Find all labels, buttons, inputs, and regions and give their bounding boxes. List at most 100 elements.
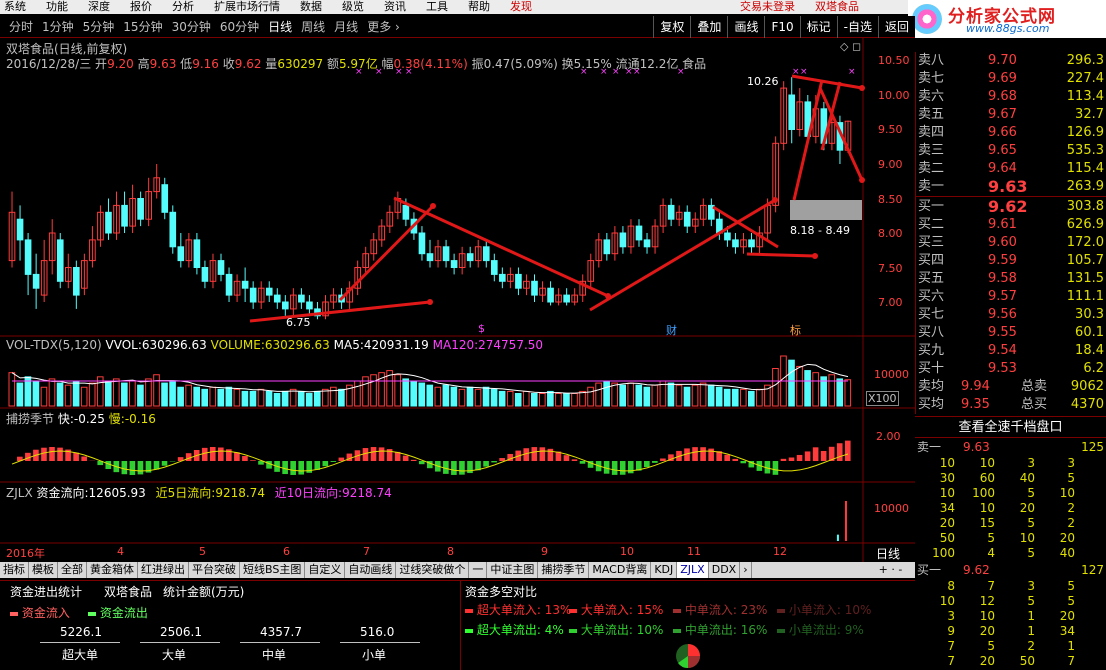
period-tab-weekly[interactable]: 周线 (301, 16, 325, 38)
vol-value: 630297 (277, 57, 324, 71)
order-book-row[interactable]: 卖七 9.69 227.4 (916, 70, 1106, 88)
back-button[interactable]: 返回 (877, 16, 915, 38)
order-book-row[interactable]: 卖二 9.64 115.4 (916, 160, 1106, 178)
volume-bar (394, 374, 401, 407)
order-book-row[interactable]: 卖三 9.65 535.3 (916, 142, 1106, 160)
order-book-row[interactable]: 买十 9.53 6.2 (916, 360, 1106, 378)
indicator-tab[interactable]: › (740, 562, 752, 578)
book-level-label: 卖一 (918, 179, 945, 194)
f10-button[interactable]: F10 (764, 16, 799, 38)
order-book-row[interactable]: 买九 9.54 18.4 (916, 342, 1106, 360)
indicator-tab[interactable]: 短线BS主图 (240, 562, 306, 578)
volume-bar (579, 390, 586, 407)
indicator-tab[interactable]: 捕捞季节 (538, 562, 590, 578)
order-book-row[interactable]: 卖一 9.63 263.9 (916, 178, 1106, 196)
book-price: 9.62 (988, 197, 1028, 216)
order-book-row[interactable]: 买四 9.59 105.7 (916, 252, 1106, 270)
indicator-tab[interactable]: 过线突破做个 (396, 562, 470, 578)
indicator-tab[interactable]: 一 (469, 562, 488, 578)
period-tab-1min[interactable]: 1分钟 (42, 16, 74, 38)
order-book-row[interactable]: 买二 9.61 626.9 (916, 216, 1106, 234)
close-value: 9.62 (234, 57, 262, 71)
menu-item-function[interactable]: 功能 (46, 0, 68, 14)
period-tab-daily[interactable]: 日线 (268, 16, 292, 38)
season-bar (732, 458, 739, 461)
menu-item-analysis[interactable]: 分析 (172, 0, 194, 14)
menu-item-tools[interactable]: 工具 (426, 0, 448, 14)
indicator-tab[interactable]: 全部 (58, 562, 87, 578)
event-marker-dollar[interactable]: $ (478, 322, 485, 335)
period-tab-60min[interactable]: 60分钟 (220, 16, 259, 38)
period-tab-more[interactable]: 更多 › (367, 16, 400, 38)
season-bar (217, 447, 224, 461)
fund-compare-panel: 资金多空对比 超大单流入: 13% 大单流入: 15% 中单流入: 23% 小单… (460, 580, 915, 670)
order-book-row[interactable]: 卖四 9.66 126.9 (916, 124, 1106, 142)
zjlx-indicator-name[interactable]: ZJLX (6, 486, 33, 500)
depth-cell: 5 (1067, 594, 1075, 608)
mark-button[interactable]: 标记 (799, 16, 837, 38)
menu-item-overview[interactable]: 级览 (342, 0, 364, 14)
menu-item-discover[interactable]: 发现 (510, 0, 532, 14)
order-book-row[interactable]: 买三 9.60 172.0 (916, 234, 1106, 252)
order-book-row[interactable]: 买一 9.62 303.8 (916, 198, 1106, 216)
candle-body (603, 239, 611, 255)
order-book-row[interactable]: 买五 9.58 131.5 (916, 270, 1106, 288)
menu-item-help[interactable]: 帮助 (468, 0, 490, 14)
order-book-row[interactable]: 买八 9.55 60.1 (916, 324, 1106, 342)
indicator-tab[interactable]: ZJLX (677, 562, 709, 578)
season-bar (81, 456, 87, 461)
compare-label: 小单流出: (788, 623, 841, 637)
event-marker-finance[interactable]: 财 (666, 322, 677, 338)
open-label: 开 (95, 57, 108, 71)
indicator-tab[interactable]: 黄金箱体 (87, 562, 138, 578)
indicator-tab[interactable]: KDJ (651, 562, 678, 578)
menu-item-depth[interactable]: 深度 (88, 0, 110, 14)
trend-arrow-head (859, 177, 865, 183)
indicator-tab[interactable]: 模板 (29, 562, 58, 578)
book-level-label: 买六 (918, 289, 945, 304)
period-tab-monthly[interactable]: 月线 (334, 16, 358, 38)
menu-item-quote[interactable]: 报价 (130, 0, 152, 14)
volume-bar (249, 390, 257, 407)
indicator-tab[interactable]: 中证主图 (487, 562, 539, 578)
menu-item-news[interactable]: 资讯 (384, 0, 406, 14)
order-book-row[interactable]: 卖六 9.68 113.4 (916, 88, 1106, 106)
overlay-button[interactable]: 叠加 (690, 16, 727, 38)
tab-scroll-controls[interactable]: + · - (866, 562, 915, 578)
login-status[interactable]: 交易未登录 (740, 0, 795, 14)
menu-item-ext-market[interactable]: 扩展市场行情 (214, 0, 280, 14)
menu-item-system[interactable]: 系统 (4, 0, 26, 14)
period-tab-15min[interactable]: 15分钟 (123, 16, 162, 38)
depth-top-row[interactable]: 买一 9.62 127 (915, 561, 1106, 579)
chart-area[interactable]: × × × × × × × × × × × × × 双塔食品(日线,前复权) 2016/12/28/三 … (0, 38, 915, 562)
order-book-row[interactable]: 买六 9.57 111.1 (916, 288, 1106, 306)
full-depth-button[interactable]: 查看全速千档盘口 (915, 416, 1106, 438)
indicator-tab[interactable]: 红进绿出 (138, 562, 189, 578)
season-bar (121, 461, 128, 475)
period-tab-intraday[interactable]: 分时 (9, 16, 33, 38)
order-book-row[interactable]: 卖八 9.70 296.3 (916, 52, 1106, 70)
event-marker-label[interactable]: 标 (790, 322, 801, 338)
order-book-row[interactable]: 卖五 9.67 32.7 (916, 106, 1106, 124)
menu-item-data[interactable]: 数据 (300, 0, 322, 14)
zjlx-axis-label: 10000 (874, 502, 909, 515)
indicator-tab[interactable]: 自动画线 (345, 562, 397, 578)
period-tab-5min[interactable]: 5分钟 (83, 16, 115, 38)
indicator-tab[interactable]: 平台突破 (189, 562, 240, 578)
book-level-label: 买五 (918, 271, 945, 286)
order-book-row[interactable]: 买七 9.56 30.3 (916, 306, 1106, 324)
period-tab-30min[interactable]: 30分钟 (172, 16, 211, 38)
depth-top-row[interactable]: 卖一 9.63 125 (915, 438, 1106, 456)
turnover-value: 5.15% (573, 57, 612, 71)
watchlist-button[interactable]: -自选 (836, 16, 878, 38)
indicator-tab[interactable]: MACD背离 (589, 562, 652, 578)
indicator-tab[interactable]: 指标 (0, 562, 29, 578)
chart-settings-icon[interactable]: ◇ ◻ (840, 40, 861, 53)
draw-line-button[interactable]: 画线 (727, 16, 764, 38)
adjust-button[interactable]: 复权 (653, 16, 690, 38)
vol-indicator-name[interactable]: VOL-TDX(5,120) (6, 338, 102, 352)
depth-panel: 卖一 9.63 125 10 10 3 3 30 60 40 5 10 100 5 10 34 10 20 2 20 1… (915, 438, 1106, 670)
indicator-tab[interactable]: DDX (709, 562, 741, 578)
season-indicator-name[interactable]: 捕捞季节 (6, 412, 54, 426)
indicator-tab[interactable]: 自定义 (305, 562, 346, 578)
